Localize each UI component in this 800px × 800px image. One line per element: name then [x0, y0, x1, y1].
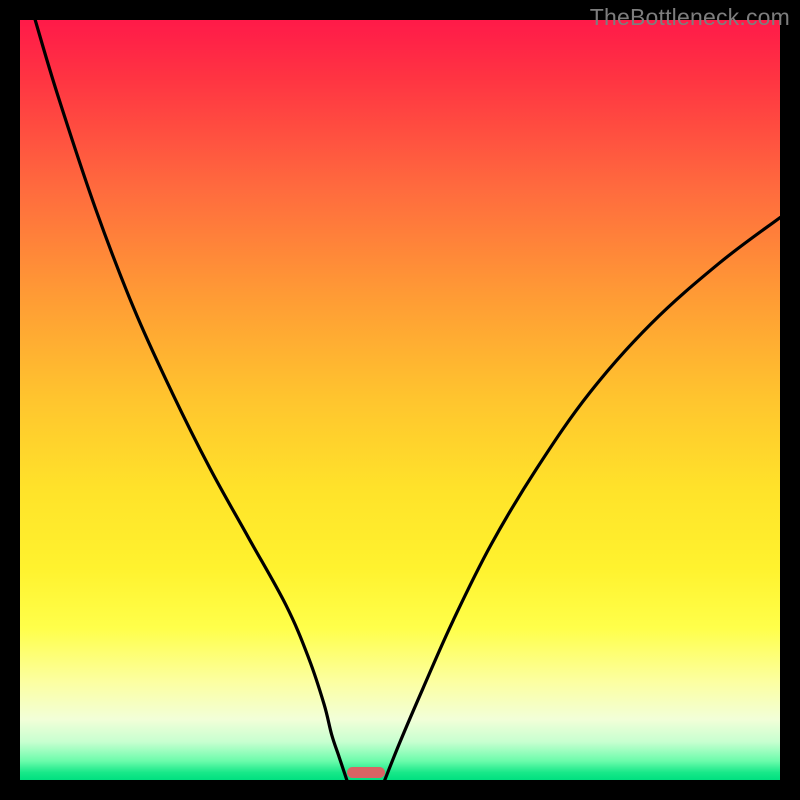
left-curve — [35, 20, 347, 780]
curves-svg — [20, 20, 780, 780]
chart-frame: TheBottleneck.com — [0, 0, 800, 800]
plot-area — [20, 20, 780, 780]
right-curve — [385, 218, 780, 780]
watermark-text: TheBottleneck.com — [590, 4, 790, 31]
optimal-range-marker — [347, 767, 385, 778]
